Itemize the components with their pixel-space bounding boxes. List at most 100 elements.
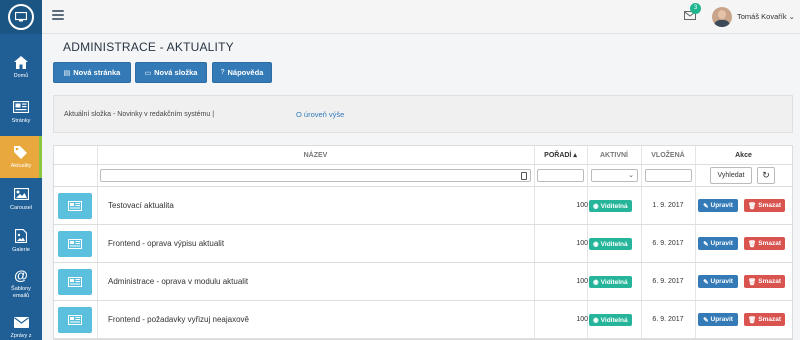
edit-label: Upravit xyxy=(710,278,733,285)
order-filter-input[interactable] xyxy=(537,169,584,182)
sidebar-item-label: Stránky xyxy=(11,118,31,124)
edit-label: Upravit xyxy=(710,240,733,247)
eye-icon: ◉ xyxy=(593,241,599,248)
visible-badge[interactable]: ◉ Viditelná xyxy=(589,238,632,250)
page-title: ADMINISTRACE - AKTUALITY xyxy=(63,40,234,54)
sidebar-item-label: Carousel xyxy=(9,205,32,211)
tags-icon xyxy=(13,144,29,160)
visible-label: Viditelná xyxy=(600,316,628,324)
row-title[interactable]: Administrace - oprava v modulu aktualit xyxy=(108,277,248,286)
sidebar-item-carousel[interactable]: Carousel xyxy=(0,178,42,220)
topbar: 3 Tomáš Kovařík ⌄ xyxy=(42,0,800,34)
eye-icon: ◉ xyxy=(593,317,599,324)
inserted-filter-input[interactable] xyxy=(645,169,692,182)
visible-label: Viditelná xyxy=(600,240,628,248)
sidebar-item-home[interactable]: Domů xyxy=(0,46,42,88)
edit-label: Upravit xyxy=(710,202,733,209)
chevron-down-icon: ⌄ xyxy=(628,172,634,179)
table-row: Testovací aktualita 100 ◉ Viditelná 1. 9.… xyxy=(54,188,792,225)
envelope-icon xyxy=(13,314,29,330)
row-title[interactable]: Frontend - požadavky vyřizuj neajaxově xyxy=(108,315,249,324)
row-title[interactable]: Testovací aktualita xyxy=(108,201,174,210)
sidebar-item-pages[interactable]: Stránky xyxy=(0,91,42,133)
edit-icon: ✎ xyxy=(703,202,709,210)
news-thumbnail-icon xyxy=(58,269,92,295)
sidebar-item-gallery[interactable]: Galerie xyxy=(0,220,42,262)
table-header: NÁZEV POŘADÍ ▴ AKTIVNÍ VLOŽENÁ Akce xyxy=(54,146,792,165)
eye-icon: ◉ xyxy=(593,203,599,210)
news-thumbnail-icon xyxy=(58,307,92,333)
delete-button[interactable]: 🗑 Smazat xyxy=(744,237,785,250)
visible-badge[interactable]: ◉ Viditelná xyxy=(589,200,632,212)
row-date: 1. 9. 2017 xyxy=(652,202,684,209)
menu-toggle-icon[interactable] xyxy=(52,10,64,20)
sidebar-item-email-templates[interactable]: @ Šablony emailů xyxy=(0,262,42,304)
logo[interactable] xyxy=(0,0,42,34)
name-filter-input[interactable] xyxy=(100,169,531,182)
edit-button[interactable]: ✎ Upravit xyxy=(698,275,738,288)
search-button[interactable]: Vyhledat xyxy=(710,167,752,184)
sidebar-item-label: Galerie xyxy=(12,247,30,253)
visible-badge[interactable]: ◉ Viditelná xyxy=(589,314,632,326)
sidebar-item-label: Zprávy z xyxy=(10,333,32,339)
edit-button[interactable]: ✎ Upravit xyxy=(698,237,738,250)
row-date: 6. 9. 2017 xyxy=(652,316,684,323)
trash-icon: 🗑 xyxy=(747,240,757,248)
edit-label: Upravit xyxy=(710,316,733,323)
visible-badge[interactable]: ◉ Viditelná xyxy=(589,276,632,288)
level-up-link[interactable]: O úroveň výše xyxy=(296,110,344,119)
new-folder-button[interactable]: ▭ Nová složka xyxy=(135,62,207,83)
edit-icon: ✎ xyxy=(703,278,709,286)
eye-icon: ◉ xyxy=(593,279,599,286)
new-page-button[interactable]: ▤ Nová stránka xyxy=(53,62,131,83)
delete-label: Smazat xyxy=(758,202,782,209)
calendar-icon xyxy=(521,172,527,180)
delete-label: Smazat xyxy=(758,278,782,285)
news-table: NÁZEV POŘADÍ ▴ AKTIVNÍ VLOŽENÁ Akce ⌄ Vy… xyxy=(53,145,793,340)
visible-label: Viditelná xyxy=(600,202,628,210)
sidebar: Domů Stránky Aktuality Carousel Galerie … xyxy=(0,0,42,340)
question-icon: ? xyxy=(220,69,225,76)
column-header-name[interactable]: NÁZEV xyxy=(97,146,534,165)
gallery-icon xyxy=(15,228,27,244)
mail-count-badge: 3 xyxy=(690,3,701,14)
delete-button[interactable]: 🗑 Smazat xyxy=(744,199,785,212)
news-thumbnail-icon xyxy=(58,193,92,219)
row-order: 100 xyxy=(576,240,588,247)
help-button[interactable]: ? Nápověda xyxy=(212,62,272,83)
sidebar-item-news[interactable]: Aktuality xyxy=(0,136,42,178)
image-icon xyxy=(13,186,29,202)
home-icon xyxy=(14,54,28,70)
sidebar-item-label: Šablony xyxy=(11,285,31,292)
user-menu[interactable]: Tomáš Kovařík ⌄ xyxy=(737,12,795,21)
column-header-inserted[interactable]: VLOŽENÁ xyxy=(641,146,695,165)
table-row: Frontend - požadavky vyřizuj neajaxově 1… xyxy=(54,302,792,339)
trash-icon: 🗑 xyxy=(747,202,757,210)
sidebar-item-label-line2: emailů xyxy=(12,292,30,299)
table-row: Administrace - oprava v modulu aktualit … xyxy=(54,264,792,301)
row-title[interactable]: Frontend - oprava výpisu aktualit xyxy=(108,239,224,248)
sidebar-item-messages[interactable]: Zprávy z xyxy=(0,306,42,340)
column-header-order[interactable]: POŘADÍ ▴ xyxy=(534,146,587,165)
delete-button[interactable]: 🗑 Smazat xyxy=(744,313,785,326)
avatar[interactable] xyxy=(712,7,732,27)
refresh-icon[interactable]: ↻ xyxy=(757,167,775,184)
edit-button[interactable]: ✎ Upravit xyxy=(698,313,738,326)
edit-button[interactable]: ✎ Upravit xyxy=(698,199,738,212)
folder-panel: Aktuální složka - Novinky v redakčním sy… xyxy=(53,95,793,133)
at-icon: @ xyxy=(14,266,28,283)
folder-icon: ▭ xyxy=(144,69,152,77)
active-filter-select[interactable]: ⌄ xyxy=(591,169,638,182)
newspaper-icon: ▤ xyxy=(63,69,71,77)
monitor-icon xyxy=(8,4,34,30)
new-page-label: Nová stránka xyxy=(73,68,121,77)
trash-icon: 🗑 xyxy=(747,278,757,286)
row-order: 100 xyxy=(576,202,588,209)
pages-icon xyxy=(13,99,29,115)
column-header-active[interactable]: AKTIVNÍ xyxy=(587,146,641,165)
delete-button[interactable]: 🗑 Smazat xyxy=(744,275,785,288)
delete-label: Smazat xyxy=(758,316,782,323)
edit-icon: ✎ xyxy=(703,316,709,324)
row-order: 100 xyxy=(576,278,588,285)
row-order: 100 xyxy=(576,316,588,323)
